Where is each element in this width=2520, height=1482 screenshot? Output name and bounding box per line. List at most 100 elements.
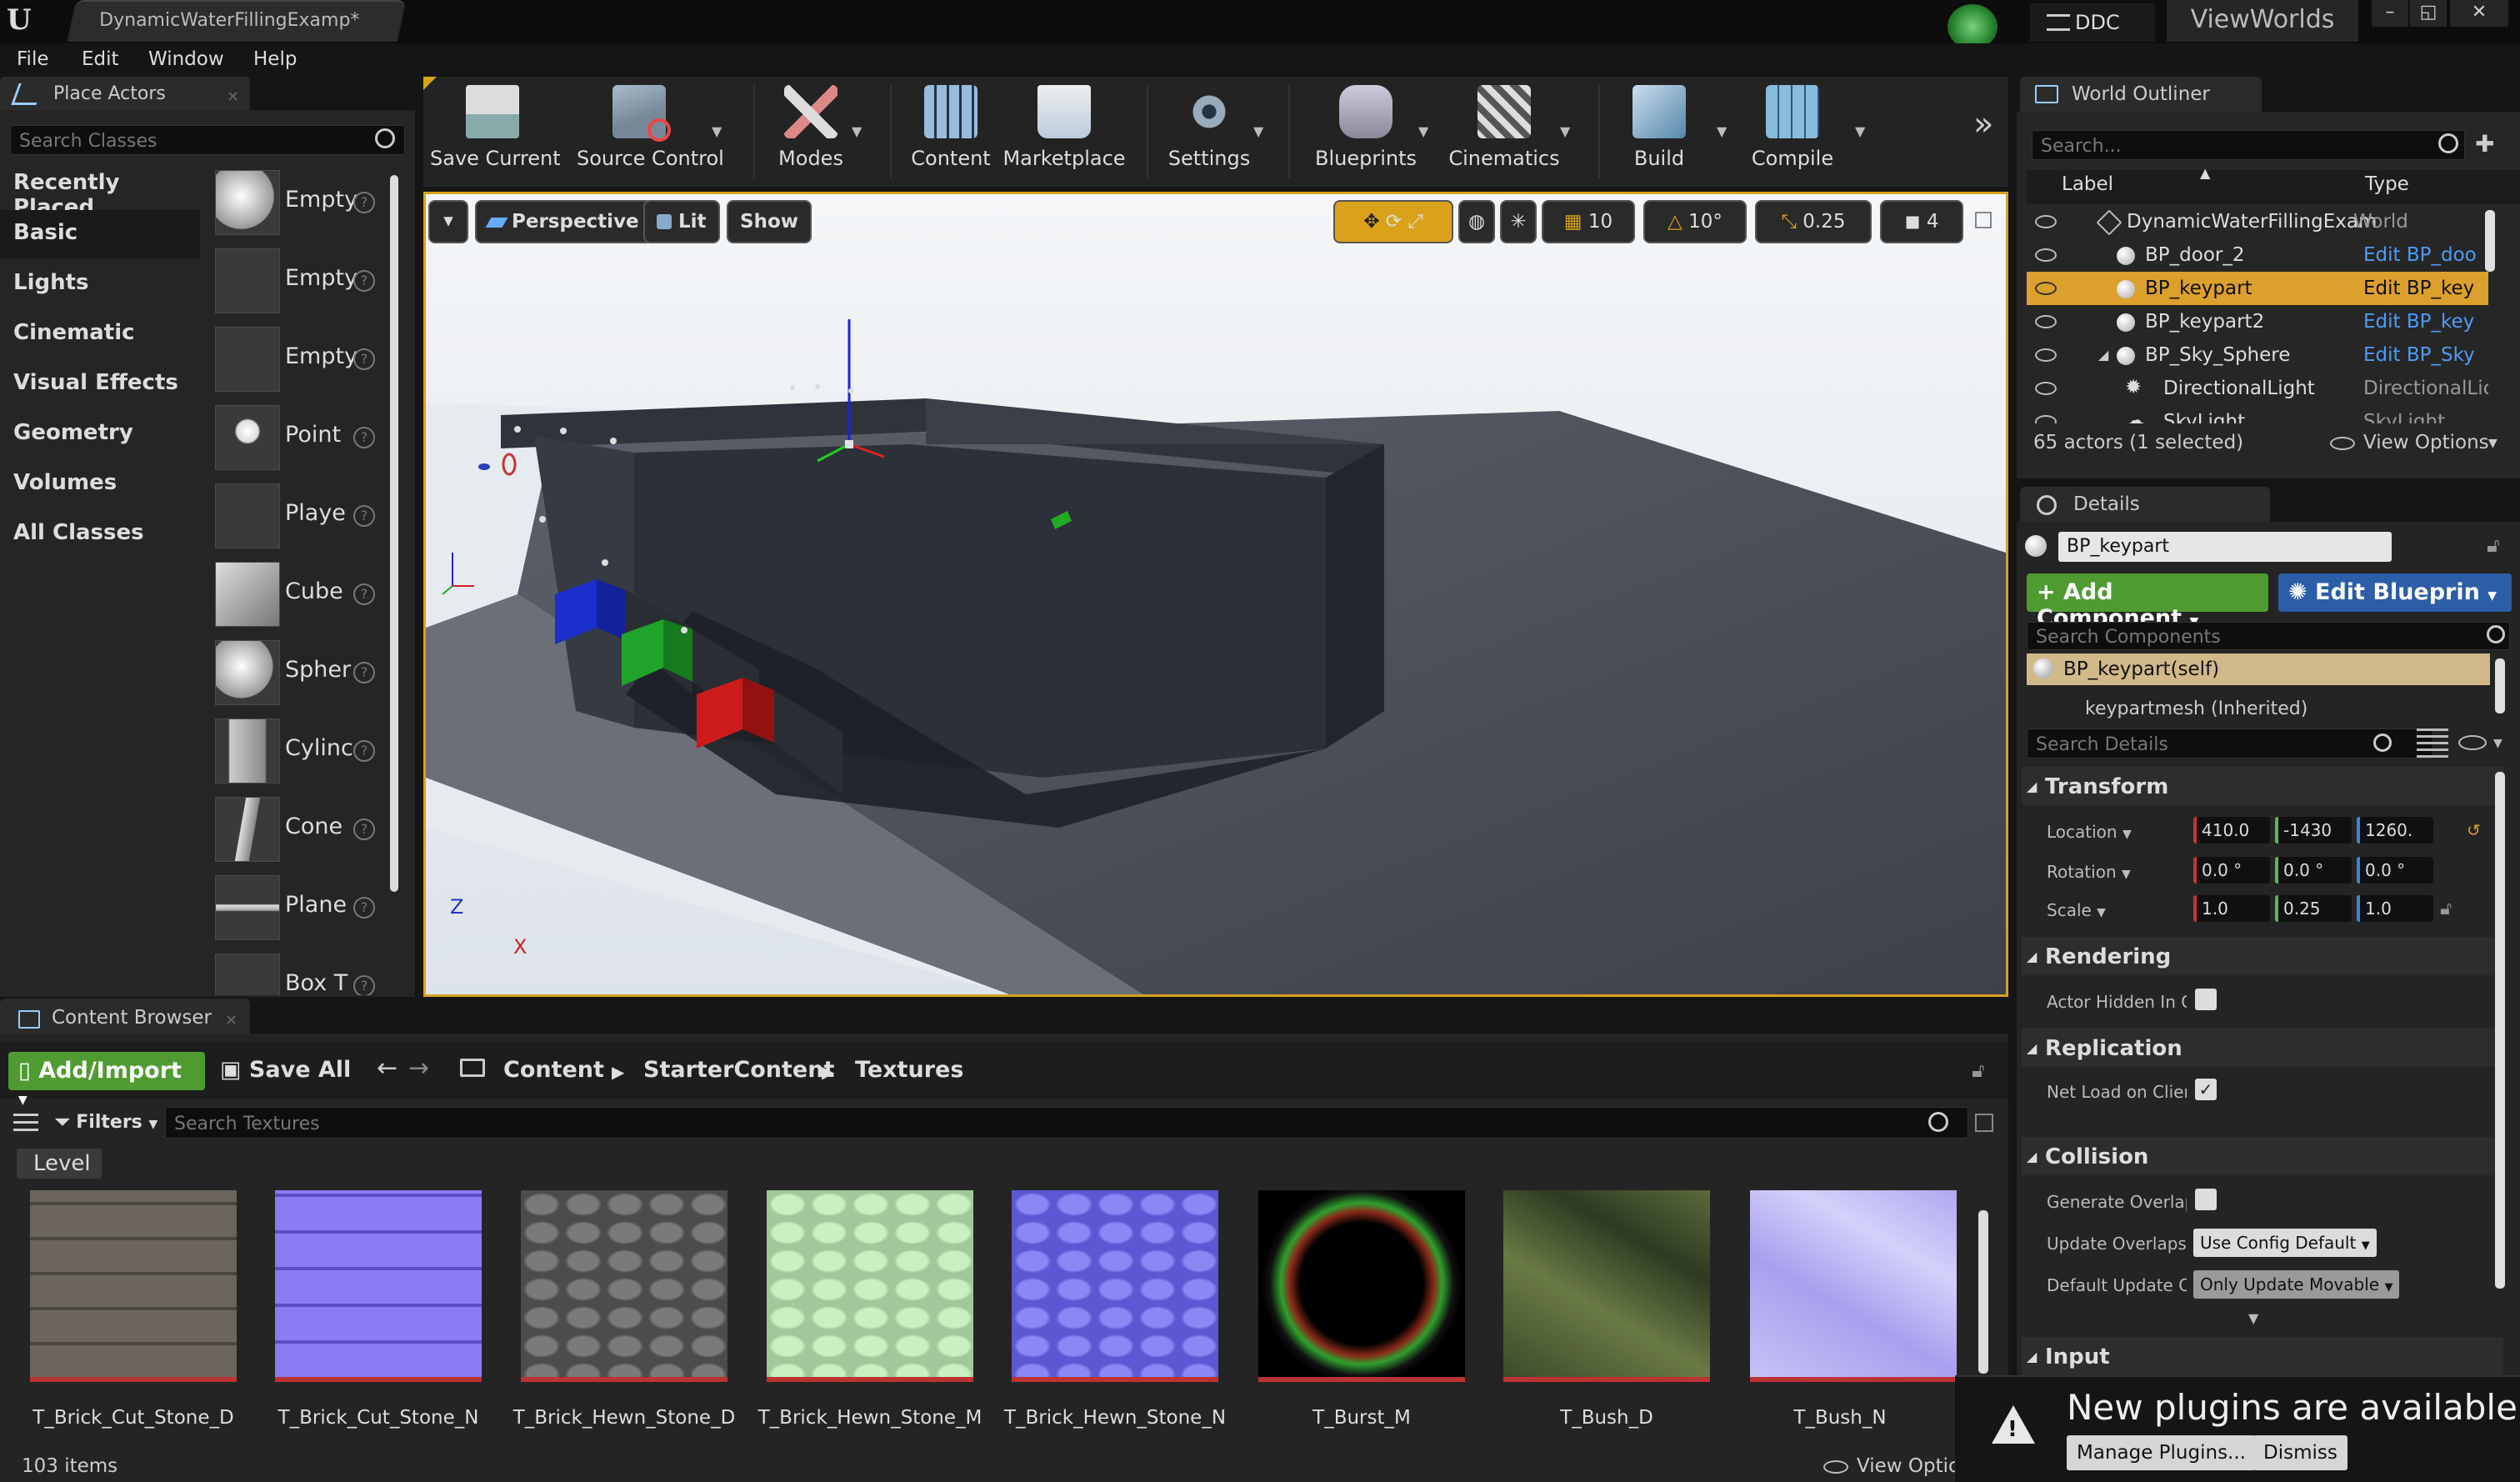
help-icon[interactable]: ? [353,662,375,683]
outliner-row[interactable]: BP_door_2 Edit BP_doo [2027,238,2488,272]
document-tab[interactable]: DynamicWaterFillingExamp* [67,0,407,42]
actor-item[interactable]: Empty? [215,323,378,395]
category-geometry[interactable]: Geometry [0,410,200,458]
column-label-header[interactable]: Label [2062,173,2113,195]
add-import-button[interactable]: ▯ Add/Import ▼ [8,1052,205,1107]
outliner-row[interactable]: DynamicWaterFillingExam World [2027,205,2488,238]
reset-to-default-icon[interactable]: ↺ [2467,820,2481,840]
outliner-scrollbar[interactable] [2485,210,2495,272]
level-viewport[interactable] [423,192,2008,997]
actor-item[interactable]: Cone? [215,794,378,865]
update-overlaps-dropdown[interactable]: Use Config Default ▼ [2193,1229,2377,1257]
viewworlds-button[interactable]: ViewWorlds [2167,0,2358,42]
visibility-eye-icon[interactable] [2458,735,2487,750]
manage-plugins-button[interactable]: Manage Plugins... [2067,1435,2256,1470]
category-cinematic[interactable]: Cinematic [0,310,200,358]
visibility-eye-icon[interactable] [2035,215,2057,228]
visibility-eye-icon[interactable] [2035,348,2057,362]
actor-item[interactable]: Cylinc? [215,715,378,787]
column-type-header[interactable]: Type [2365,173,2409,195]
menu-help[interactable]: Help [253,48,297,70]
location-x-field[interactable]: 410.0 [2193,817,2270,844]
actor-item[interactable]: Box T? [215,950,378,995]
replication-section[interactable]: ◢ Replication [2022,1029,2503,1067]
source-control-button[interactable]: Source Control [577,80,724,183]
search-classes-input[interactable]: Search Classes [10,125,405,155]
default-update-dropdown[interactable]: Only Update Movable ▼ [2193,1270,2400,1299]
category-recently-placed[interactable]: Recently Placed [0,160,200,220]
grid-snap-control[interactable]: ▦ 10 [1542,200,1635,243]
close-tab-icon[interactable]: ✕ [227,88,239,106]
scale-y-field[interactable]: 0.25 [2275,895,2352,922]
category-lights[interactable]: Lights [0,260,200,308]
asset-tile[interactable] [1258,1190,1465,1382]
outliner-row[interactable]: ✹ DirectionalLight DirectionalLic [2027,372,2488,405]
blueprints-dropdown-icon[interactable]: ▼ [1418,123,1428,139]
compile-dropdown-icon[interactable]: ▼ [1855,123,1865,139]
asset-tile[interactable] [30,1190,237,1382]
build-button[interactable]: Build [1597,80,1722,183]
component-self-row[interactable]: BP_keypart(self) [2027,653,2490,685]
components-scrollbar[interactable] [2495,658,2505,713]
search-details-input[interactable]: Search Details [2027,728,2433,759]
help-icon[interactable]: ? [353,740,375,762]
details-scrollbar[interactable] [2495,772,2505,1289]
menu-file[interactable]: File [17,48,49,70]
marketplace-button[interactable]: Marketplace [1002,80,1127,183]
level-filter-chip[interactable]: Level [17,1149,102,1179]
category-all-classes[interactable]: All Classes [0,510,200,558]
outliner-row-selected[interactable]: BP_keypart Edit BP_key [2027,272,2488,305]
forward-arrow-icon[interactable]: → [408,1054,429,1083]
scale-x-field[interactable]: 1.0 [2193,895,2270,922]
actor-item[interactable]: Empty? [215,245,378,317]
rotation-x-field[interactable]: 0.0 ° [2193,857,2270,884]
help-icon[interactable]: ? [353,975,375,995]
asset-tile[interactable] [1503,1190,1710,1382]
menu-edit[interactable]: Edit [82,48,119,70]
asset-tile[interactable] [275,1190,482,1382]
details-tab[interactable] [2020,487,2270,522]
scale-lock-icon[interactable]: 🔓︎ [2440,899,2452,919]
category-volumes[interactable]: Volumes [0,460,200,508]
save-all-button[interactable]: ▣ Save All [220,1057,351,1083]
visibility-eye-icon[interactable] [2035,315,2057,328]
expand-arrow-icon[interactable]: ◢ [2098,347,2108,363]
search-components-input[interactable]: Search Components [2027,622,2510,650]
add-component-button[interactable]: + Add Component ▼ [2027,573,2268,631]
ddc-button[interactable]: DDC [2030,3,2155,42]
asset-tile[interactable] [767,1190,973,1382]
advanced-expand-icon[interactable]: ▼ [2248,1310,2258,1326]
property-matrix-icon[interactable] [2417,728,2448,759]
viewport-options-button[interactable]: ▾ [428,200,468,243]
show-button[interactable]: Show [727,200,812,243]
actors-scrollbar[interactable] [390,175,398,892]
edit-blueprint-link[interactable]: Edit BP_key [2363,278,2488,299]
cinematics-button[interactable]: Cinematics [1442,80,1567,183]
transform-section[interactable]: ◢ Transform [2022,767,2503,805]
minimize-button[interactable]: – [2372,0,2408,27]
visibility-eye-icon[interactable] [2035,282,2057,295]
breadcrumb-content[interactable]: Content [503,1057,604,1083]
edit-blueprint-button[interactable]: ✺ Edit Blueprin ▼ [2278,573,2512,612]
source-control-dropdown-icon[interactable]: ▼ [712,123,722,139]
edit-blueprint-link[interactable]: Edit BP_doo [2363,244,2488,266]
scale-z-field[interactable]: 1.0 [2357,895,2433,922]
transform-mode-group[interactable]: ✥ ⟳ ⤢ [1333,200,1453,243]
add-actor-icon[interactable]: ✚ [2475,130,2494,158]
lock-icon[interactable]: 🔓︎ [1972,1059,1985,1082]
dropdown-icon[interactable]: ▼ [2493,737,2502,750]
location-z-field[interactable]: 1260. [2357,817,2433,844]
input-section[interactable]: ◢ Input [2022,1337,2503,1375]
toolbar-overflow-icon[interactable]: » [1973,105,1993,143]
help-icon[interactable]: ? [353,192,375,213]
help-icon[interactable]: ? [353,270,375,292]
actor-item[interactable]: Spher? [215,637,378,708]
visibility-eye-icon[interactable] [2035,415,2057,423]
content-button[interactable]: Content [888,80,1013,183]
lock-icon[interactable]: 🔓︎ [2487,533,2500,557]
build-dropdown-icon[interactable]: ▼ [1717,123,1727,139]
view-options-button[interactable]: View Options [2363,432,2489,453]
actor-hidden-checkbox[interactable] [2195,989,2217,1010]
rotation-y-field[interactable]: 0.0 ° [2275,857,2352,884]
help-icon[interactable]: ? [353,583,375,605]
